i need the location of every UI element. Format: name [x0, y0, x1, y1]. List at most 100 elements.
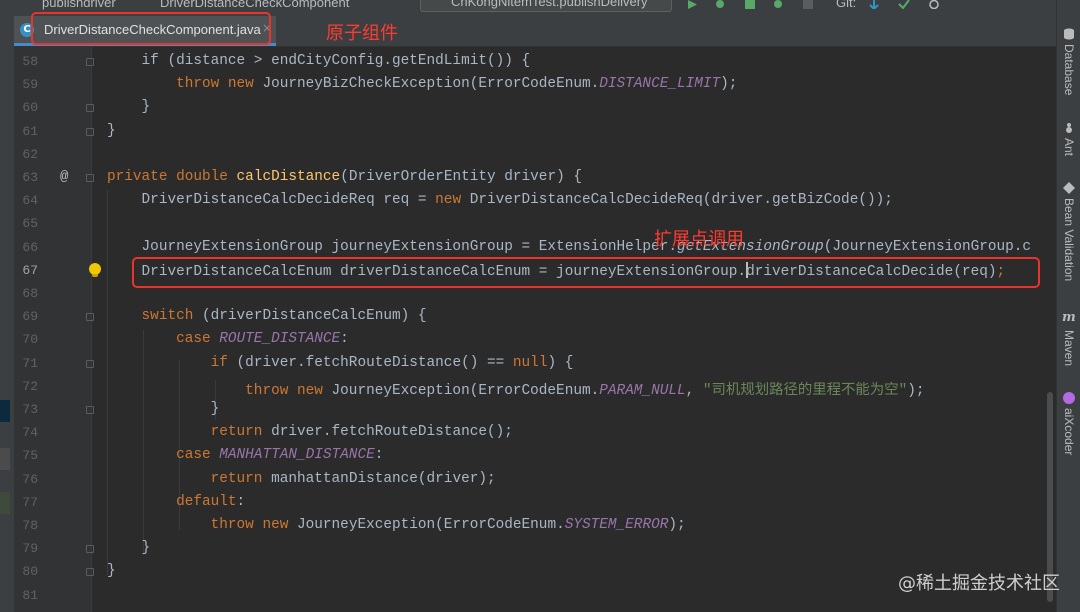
code-token: if: [107, 354, 237, 371]
code-token: ) {: [547, 354, 574, 371]
code-token: if (distance > endCityConfig.getEndLimit…: [107, 53, 531, 69]
project-panel-edge[interactable]: [0, 46, 14, 612]
code-token: JourneyBizCheckException(ErrorCodeEnum.: [262, 76, 600, 93]
code-token: driver.fetchRouteDistance();: [271, 424, 513, 441]
stop-icon[interactable]: [802, 0, 814, 9]
code-line[interactable]: switch (driverDistanceCalcEnum) {: [107, 308, 427, 331]
maven-icon: m: [1062, 310, 1076, 325]
code-line[interactable]: case ROUTE_DISTANCE:: [107, 331, 349, 354]
code-token: case: [107, 331, 220, 348]
line-number: 71: [22, 355, 38, 371]
code-token: :: [236, 493, 246, 510]
code-token: manhattanDistance(driver);: [271, 470, 496, 487]
code-line[interactable]: return driver.fetchRouteDistance();: [107, 424, 513, 447]
annotation-atomic-component: 原子组件: [326, 23, 398, 44]
line-number: 77: [22, 494, 38, 510]
line-number: 81: [22, 587, 38, 603]
code-token: }: [107, 540, 151, 557]
database-icon: [1064, 28, 1074, 40]
code-line[interactable]: default:: [107, 494, 245, 517]
line-number: 70: [22, 332, 38, 348]
code-token: null: [512, 354, 548, 371]
code-token: new: [435, 192, 470, 209]
line-number: 65: [22, 216, 38, 232]
code-token: DriverDistanceCalcDecideReq(driver.getBi…: [469, 192, 893, 209]
code-line[interactable]: throw new JourneyException(ErrorCodeEnum…: [107, 517, 686, 540]
code-line[interactable]: if (distance > endCityConfig.getEndLimit…: [107, 53, 531, 76]
code-token: JourneyException(ErrorCodeEnum.: [331, 382, 600, 399]
line-number: 64: [22, 193, 38, 209]
breadcrumb-project[interactable]: publishdriver: [42, 0, 116, 10]
line-number: 69: [22, 309, 38, 325]
code-token: (driver.fetchRouteDistance() ==: [236, 354, 513, 371]
code-token: return: [107, 470, 272, 487]
code-editor[interactable]: if (distance > endCityConfig.getEndLimit…: [92, 46, 1056, 612]
code-token: MANHATTAN_DISTANCE: [219, 447, 375, 464]
tool-ant-label: Ant: [1062, 138, 1076, 157]
code-token: :: [340, 331, 349, 348]
line-number: 68: [22, 286, 38, 301]
code-token: ,: [685, 382, 703, 399]
code-line[interactable]: }: [107, 563, 116, 586]
code-line[interactable]: }: [107, 123, 116, 146]
ant-icon: [1066, 123, 1072, 133]
navigation-toolbar: publishdriver DriverDistanceCheckCompone…: [0, 0, 1056, 12]
code-line[interactable]: return manhattanDistance(driver);: [107, 471, 496, 494]
code-line[interactable]: }: [107, 401, 220, 424]
code-line[interactable]: DriverDistanceCalcDecideReq req = new Dr…: [107, 192, 893, 215]
code-line[interactable]: }: [107, 540, 151, 563]
tool-database-label: Database: [1062, 44, 1076, 96]
code-token: throw new: [107, 76, 263, 93]
code-token: throw new: [107, 382, 332, 399]
code-token: JourneyExtensionGroup journeyExtensionGr…: [107, 238, 677, 255]
code-line[interactable]: case MANHATTAN_DISTANCE:: [107, 447, 383, 470]
run-icon[interactable]: [686, 0, 698, 9]
code-token: (JourneyExtensionGroup.c: [823, 238, 1032, 255]
code-token: (DriverOrderEntity driver) {: [340, 169, 582, 185]
code-token: calcDistance: [236, 169, 341, 185]
line-number: 67: [22, 262, 38, 278]
code-token: private double: [107, 169, 237, 185]
history-icon[interactable]: [928, 0, 940, 9]
code-line[interactable]: throw new JourneyException(ErrorCodeEnum…: [107, 378, 924, 401]
code-token: DriverDistanceCalcDecideReq req =: [107, 192, 436, 209]
run-configuration-select[interactable]: CnKongNitemTest.publishDelivery: [420, 0, 672, 12]
breadcrumb-file[interactable]: DriverDistanceCheckComponent: [160, 0, 349, 10]
annotation-marker-icon[interactable]: @: [60, 169, 68, 185]
bean-validation-icon: [1063, 182, 1075, 194]
code-line[interactable]: private double calcDistance(DriverOrderE…: [107, 169, 582, 192]
code-token: switch: [107, 308, 202, 325]
line-number: 75: [22, 448, 38, 464]
code-token: JourneyException(ErrorCodeEnum.: [297, 517, 565, 533]
profile-icon[interactable]: [772, 0, 784, 9]
line-number: 63: [22, 170, 38, 185]
code-line[interactable]: if (driver.fetchRouteDistance() == null)…: [107, 354, 574, 378]
code-token: ROUTE_DISTANCE: [219, 331, 341, 348]
project-row-mark: [0, 448, 10, 470]
code-line[interactable]: throw new JourneyBizCheckException(Error…: [107, 76, 737, 99]
line-number: 59: [22, 77, 38, 93]
aixcoder-icon: [1063, 392, 1075, 404]
code-line[interactable]: }: [107, 99, 151, 122]
code-token: }: [107, 99, 151, 116]
coverage-icon[interactable]: [744, 0, 756, 9]
code-token: throw new: [107, 517, 297, 533]
watermark: @稀土掘金技术社区: [898, 573, 1060, 594]
run-configuration-label: CnKongNitemTest.publishDelivery: [451, 0, 648, 9]
git-update-icon[interactable]: [868, 0, 880, 9]
code-token: case: [107, 447, 220, 464]
code-token: }: [107, 563, 116, 580]
line-number: 62: [22, 146, 38, 162]
debug-icon[interactable]: [714, 0, 726, 9]
code-token: PARAM_NULL: [599, 382, 686, 399]
line-number: 78: [22, 518, 38, 533]
code-token: return: [107, 424, 272, 441]
git-commit-icon[interactable]: [898, 0, 910, 9]
code-token: :: [374, 447, 384, 464]
code-token: "司机规划路径的里程不能为空": [702, 382, 908, 399]
code-token: );: [720, 76, 738, 93]
code-token: (driverDistanceCalcEnum) {: [202, 308, 427, 325]
line-number: 60: [22, 100, 38, 116]
line-number: 80: [22, 564, 38, 580]
highlight-box-tab: [31, 12, 271, 45]
